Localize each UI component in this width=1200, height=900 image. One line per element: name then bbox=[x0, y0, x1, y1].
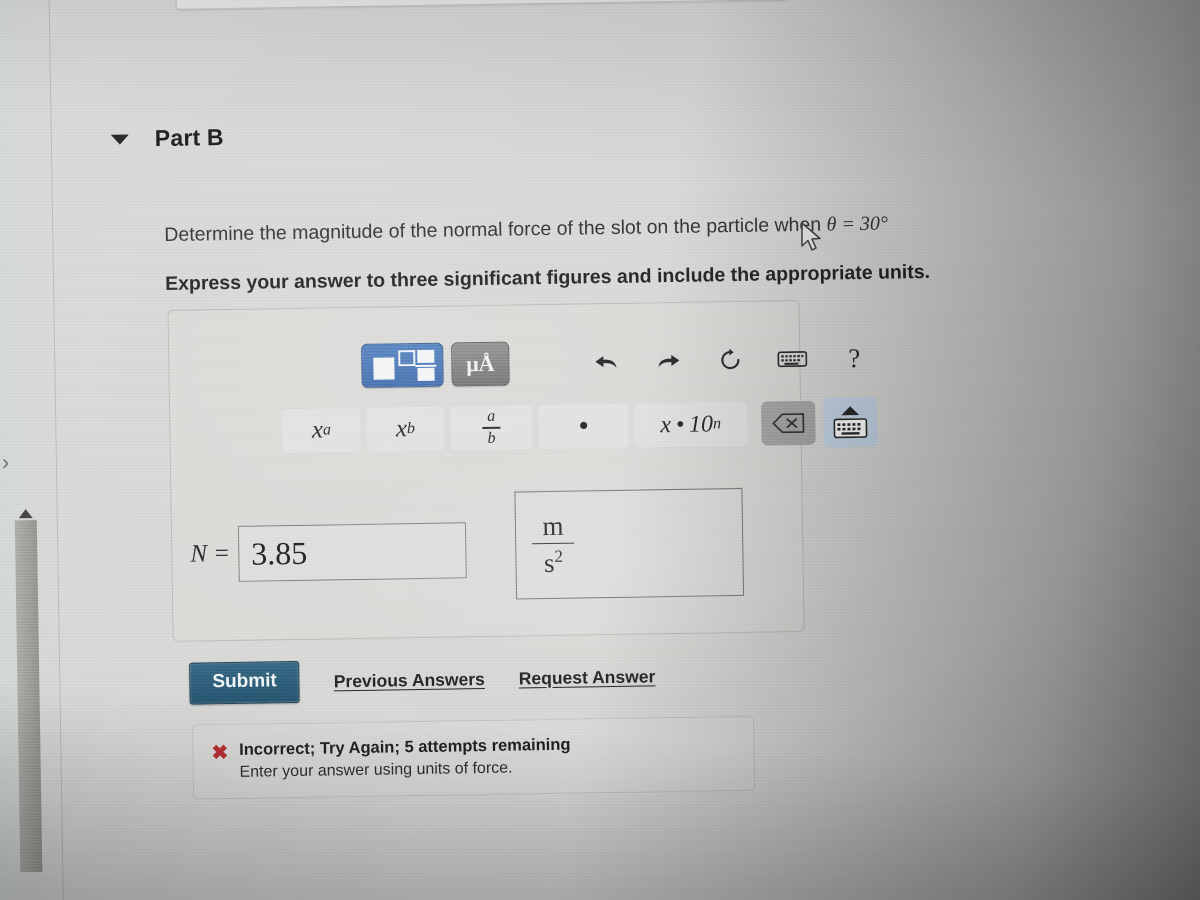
units-denominator-exponent: 2 bbox=[554, 547, 564, 567]
units-denominator: s bbox=[543, 548, 555, 579]
scientific-exponent: n bbox=[712, 415, 722, 433]
scientific-notation-button[interactable]: x • 10 n bbox=[634, 401, 748, 448]
subscript-button[interactable]: xb bbox=[366, 406, 445, 452]
keyboard-button[interactable] bbox=[761, 338, 824, 381]
units-numerator: m bbox=[542, 510, 564, 541]
undo-button[interactable] bbox=[575, 341, 638, 384]
units-button[interactable]: μÅ bbox=[451, 341, 510, 387]
caret-down-icon[interactable] bbox=[110, 134, 129, 145]
browser-page: ✖ Incorrect; Try Again; One attempt rema… bbox=[0, 0, 1200, 900]
question-mark-icon: ? bbox=[848, 342, 861, 373]
math-templates-button[interactable] bbox=[361, 342, 444, 388]
template-fraction-bottom-icon bbox=[417, 367, 435, 382]
answer-widget: μÅ ? x a x b a b • x • 10 n N = 3.85 m s… bbox=[167, 300, 878, 642]
page-title: Part B bbox=[154, 124, 224, 152]
keyboard-icon bbox=[833, 418, 868, 439]
scientific-base: x • 10 bbox=[660, 410, 714, 438]
equals-sign: = bbox=[836, 213, 861, 236]
bottom-feedback-card: ✖ Incorrect; Try Again; 5 attempts remai… bbox=[192, 715, 756, 800]
part-header[interactable]: Part B bbox=[110, 124, 224, 153]
answer-row: N = 3.85 bbox=[190, 522, 467, 582]
top-feedback-card: ✖ Incorrect; Try Again; One attempt rema… bbox=[174, 0, 788, 10]
math-toolbar-row-1: μÅ ? bbox=[361, 336, 886, 388]
question-instruction: Express your answer to three significant… bbox=[164, 260, 931, 295]
subscript-base: x bbox=[395, 415, 408, 443]
expand-sidebar-chevron-icon[interactable]: › bbox=[2, 449, 10, 475]
multiply-dot-button[interactable]: • bbox=[538, 403, 629, 450]
superscript-exponent: a bbox=[322, 421, 332, 439]
help-button[interactable]: ? bbox=[823, 337, 886, 380]
previous-answers-link[interactable]: Previous Answers bbox=[334, 668, 485, 691]
answer-input[interactable]: 3.85 bbox=[237, 522, 467, 582]
mouse-cursor-icon bbox=[800, 222, 826, 259]
question-prompt-text: Determine the magnitude of the normal fo… bbox=[164, 213, 827, 246]
subscript-index: b bbox=[406, 420, 416, 438]
backspace-button[interactable] bbox=[760, 400, 816, 446]
fraction-denominator: b bbox=[487, 429, 496, 447]
fraction-numerator: a bbox=[487, 408, 496, 426]
request-answer-link[interactable]: Request Answer bbox=[519, 666, 656, 689]
question-prompt: Determine the magnitude of the normal fo… bbox=[164, 209, 1114, 247]
fraction-button[interactable]: a b bbox=[450, 405, 533, 451]
superscript-base: x bbox=[311, 416, 324, 444]
action-row: Submit Previous Answers Request Answer bbox=[189, 655, 656, 705]
redo-button[interactable] bbox=[637, 340, 700, 383]
keyboard-up-button[interactable] bbox=[822, 396, 878, 448]
superscript-button[interactable]: xa bbox=[282, 407, 361, 454]
submit-button[interactable]: Submit bbox=[189, 660, 301, 705]
triangle-up-icon bbox=[840, 406, 859, 416]
fraction-bar-icon bbox=[482, 426, 501, 429]
monitor-photo: ✖ Incorrect; Try Again; One attempt rema… bbox=[0, 0, 1200, 900]
math-toolbar-row-2: xa xb a b • x • 10 n bbox=[282, 396, 878, 456]
bottom-feedback-title: Incorrect; Try Again; 5 attempts remaini… bbox=[239, 735, 571, 759]
template-fraction-bar-icon bbox=[415, 364, 437, 368]
reset-button[interactable] bbox=[699, 339, 762, 382]
bottom-feedback-subtitle: Enter your answer using units of force. bbox=[239, 759, 513, 781]
scrollbar-up-arrow-icon[interactable] bbox=[18, 509, 33, 519]
angle-value: 30° bbox=[859, 212, 889, 236]
answer-variable-label: N = bbox=[190, 539, 231, 568]
template-boxes-icon bbox=[373, 357, 395, 380]
answer-units-display[interactable]: m s2 bbox=[514, 487, 745, 600]
x-mark-icon: ✖ bbox=[211, 742, 228, 765]
theta-symbol: θ bbox=[826, 213, 837, 236]
template-fraction-top-icon bbox=[417, 349, 435, 364]
template-superscript-icon bbox=[398, 350, 416, 367]
